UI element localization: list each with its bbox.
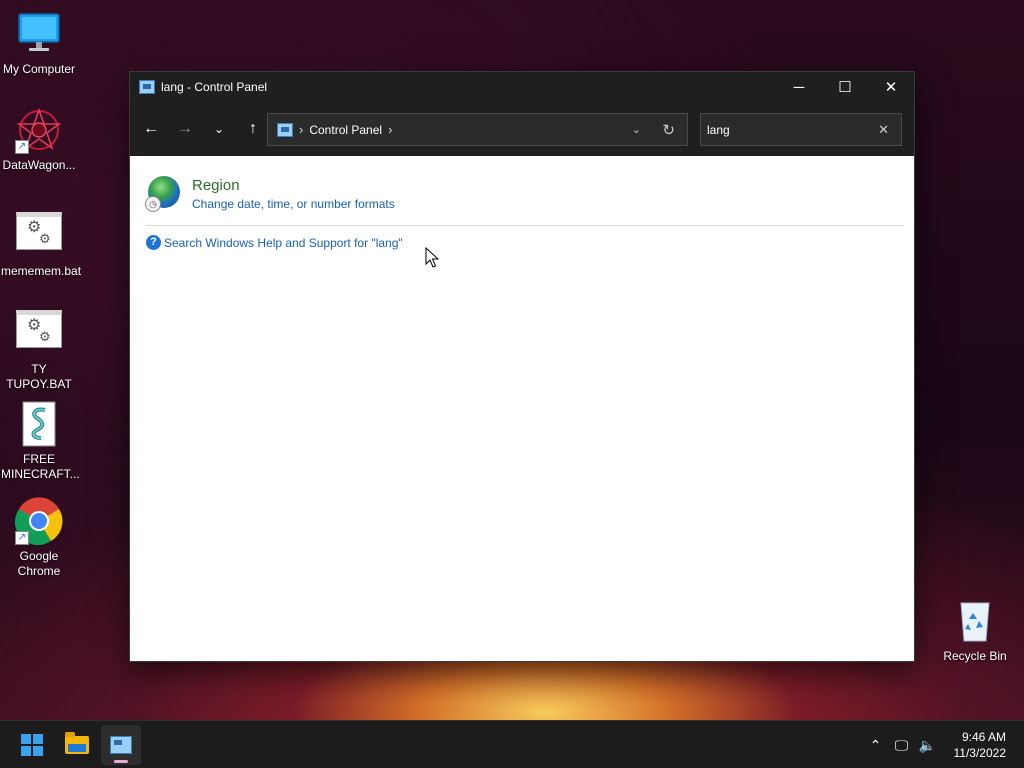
desktop-icon-google-chrome[interactable]: ↗ Google Chrome bbox=[1, 497, 77, 579]
chevron-down-icon[interactable]: ⌄ bbox=[632, 123, 641, 136]
datawagon-icon: ↗ bbox=[15, 106, 63, 154]
window-title: lang - Control Panel bbox=[161, 80, 268, 94]
taskbar: ⌃ 🖵 🔈 9:46 AM 11/3/2022 bbox=[0, 720, 1024, 768]
desktop-icon-free-minecraft[interactable]: FREE MINECRAFT... bbox=[1, 400, 80, 482]
desktop-icon-recycle-bin[interactable]: Recycle Bin bbox=[937, 597, 1013, 664]
back-button[interactable]: ← bbox=[134, 120, 168, 138]
recent-locations-button[interactable]: ⌄ bbox=[202, 122, 236, 136]
refresh-icon[interactable]: ↻ bbox=[662, 121, 675, 139]
shortcut-arrow-icon: ↗ bbox=[15, 140, 29, 154]
chrome-icon: ↗ bbox=[14, 497, 63, 546]
taskbar-clock[interactable]: 9:46 AM 11/3/2022 bbox=[954, 729, 1007, 761]
result-title[interactable]: Region bbox=[192, 176, 395, 196]
help-icon: ? bbox=[146, 235, 161, 250]
desktop-icon-mememem-bat[interactable]: ⚙ ⚙ mememem.bat bbox=[1, 206, 82, 279]
forward-button[interactable]: → bbox=[168, 120, 202, 138]
desktop-icon-label: TY TUPOY.BAT bbox=[6, 362, 72, 391]
batch-file-icon: ⚙ ⚙ bbox=[15, 212, 63, 260]
system-tray: ⌃ 🖵 🔈 9:46 AM 11/3/2022 bbox=[864, 721, 1024, 768]
navigation-toolbar: ← → ⌄ ↑ › Control Panel › ⌄ ↻ ✕ bbox=[130, 102, 914, 156]
desktop-icon-ty-tupoy-bat[interactable]: ⚙ ⚙ TY TUPOY.BAT bbox=[1, 304, 77, 392]
control-panel-icon bbox=[277, 122, 293, 137]
desktop-icon-label: mememem.bat bbox=[1, 264, 82, 278]
show-hidden-icons-chevron-up-icon[interactable]: ⌃ bbox=[864, 737, 888, 754]
script-file-icon bbox=[15, 400, 63, 448]
desktop-icon-label: My Computer bbox=[2, 62, 76, 76]
gear-icon: ⚙ bbox=[39, 231, 51, 246]
search-input[interactable] bbox=[707, 122, 867, 137]
taskbar-file-explorer[interactable] bbox=[57, 725, 97, 765]
desktop-icon-label: Google Chrome bbox=[17, 549, 61, 578]
control-panel-icon bbox=[110, 736, 132, 754]
breadcrumb-control-panel[interactable]: Control Panel bbox=[309, 123, 382, 137]
control-panel-icon bbox=[139, 80, 155, 94]
clock-time: 9:46 AM bbox=[961, 730, 1006, 744]
start-icon bbox=[21, 734, 43, 756]
active-app-indicator bbox=[114, 760, 128, 763]
clock-date: 11/3/2022 bbox=[953, 746, 1007, 760]
volume-icon[interactable]: 🔈 bbox=[916, 737, 940, 754]
help-search-text[interactable]: Search Windows Help and Support for "lan… bbox=[164, 236, 403, 250]
close-button[interactable]: ✕ bbox=[868, 72, 914, 102]
desktop-icon-my-computer[interactable]: My Computer bbox=[1, 10, 77, 77]
gear-icon: ⚙ bbox=[39, 329, 51, 344]
address-bar[interactable]: › Control Panel › ⌄ ↻ bbox=[267, 113, 688, 146]
desktop-icon-label: Recycle Bin bbox=[943, 649, 1007, 663]
mouse-cursor-icon bbox=[425, 247, 439, 268]
desktop-icon-label: FREE MINECRAFT... bbox=[1, 452, 80, 481]
globe-icon: ◷ bbox=[145, 176, 180, 212]
chevron-right-icon[interactable]: › bbox=[388, 122, 392, 137]
batch-file-icon: ⚙ ⚙ bbox=[15, 310, 63, 358]
result-region[interactable]: ◷ Region Change date, time, or number fo… bbox=[145, 176, 395, 212]
control-panel-window: lang - Control Panel ─ ☐ ✕ ← → ⌄ ↑ › Con… bbox=[129, 71, 915, 662]
window-titlebar[interactable]: lang - Control Panel ─ ☐ ✕ bbox=[130, 72, 914, 102]
search-box: ✕ bbox=[700, 113, 902, 146]
results-pane: ◷ Region Change date, time, or number fo… bbox=[130, 156, 914, 661]
network-icon[interactable]: 🖵 bbox=[890, 737, 914, 754]
result-subtitle-link[interactable]: Change date, time, or number formats bbox=[192, 196, 395, 212]
minimize-button[interactable]: ─ bbox=[776, 72, 822, 102]
shortcut-arrow-icon: ↗ bbox=[15, 531, 29, 545]
file-explorer-icon bbox=[65, 732, 89, 754]
recycle-bin-icon bbox=[951, 597, 999, 645]
divider bbox=[146, 225, 904, 226]
start-button[interactable] bbox=[12, 725, 52, 765]
maximize-button[interactable]: ☐ bbox=[822, 72, 868, 102]
up-button[interactable]: ↑ bbox=[236, 120, 270, 138]
desktop-icon-label: DataWagon... bbox=[2, 158, 76, 172]
taskbar-control-panel[interactable] bbox=[101, 725, 141, 765]
help-search-link[interactable]: ? Search Windows Help and Support for "l… bbox=[146, 235, 403, 250]
chevron-right-icon: › bbox=[299, 122, 304, 137]
clear-search-icon[interactable]: ✕ bbox=[878, 122, 889, 138]
monitor-icon bbox=[15, 10, 63, 58]
desktop-icon-datawagon[interactable]: ↗ DataWagon... bbox=[1, 106, 77, 173]
clock-icon: ◷ bbox=[145, 196, 161, 212]
